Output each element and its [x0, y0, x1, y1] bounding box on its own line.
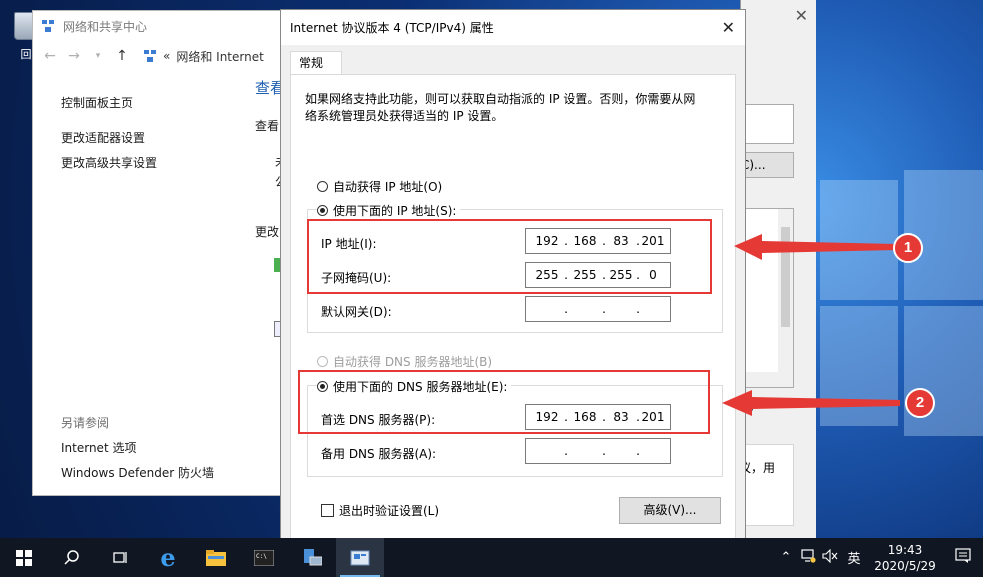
close-icon[interactable]: ✕: [795, 6, 808, 25]
dialog-title: Internet 协议版本 4 (TCP/IPv4) 属性: [290, 21, 494, 35]
manual-ip-radio[interactable]: [317, 205, 328, 216]
default-gateway-label: 默认网关(D):: [321, 305, 392, 319]
arrow-1: [734, 234, 898, 260]
sidebar-item-advanced-sharing[interactable]: 更改高级共享设置: [61, 151, 157, 176]
network-status-icon[interactable]: [797, 548, 819, 567]
system-tray: ⌃ 英 19:43 2020/5/29: [775, 538, 983, 577]
auto-dns-option: 自动获得 DNS 服务器地址(B): [317, 353, 492, 370]
alternate-dns-label: 备用 DNS 服务器(A):: [321, 447, 437, 461]
windows-start-icon: [16, 549, 32, 566]
general-tab-panel: 如果网络支持此功能，则可以获取自动指派的 IP 设置。否则，你需要从网络系统管理…: [290, 74, 736, 540]
adapter-box: [741, 104, 794, 144]
change-settings-fragment: 更改: [255, 225, 280, 239]
cmd-icon: C:\: [254, 549, 274, 566]
clock[interactable]: 19:43 2020/5/29: [867, 542, 943, 574]
see-also-windows-defender-firewall[interactable]: Windows Defender 防火墙: [61, 461, 214, 486]
advanced-button[interactable]: 高级(V)...: [619, 497, 721, 524]
auto-dns-radio: [317, 356, 328, 367]
back-arrow-icon[interactable]: ←: [41, 48, 59, 64]
window-title: 网络和共享中心: [63, 19, 148, 34]
auto-dns-label: 自动获得 DNS 服务器地址(B): [333, 355, 493, 369]
window-title-bar: 网络和共享中心: [33, 11, 287, 41]
breadcrumb-overflow[interactable]: «: [163, 49, 170, 63]
callout-1: 1: [893, 233, 923, 263]
sidebar-item-adapter-settings[interactable]: 更改适配器设置: [61, 126, 157, 151]
dialog-description: 如果网络支持此功能，则可以获取自动指派的 IP 设置。否则，你需要从网络系统管理…: [305, 92, 696, 123]
see-also-section: 另请参阅 Internet 选项 Windows Defender 防火墙: [61, 411, 214, 486]
configure-button[interactable]: C)...: [741, 152, 794, 178]
control-panel-icon: [144, 50, 156, 62]
sidebar-item-control-panel-home[interactable]: 控制面板主页: [61, 91, 157, 116]
svg-text:C:\: C:\: [256, 553, 267, 560]
clock-time: 19:43: [887, 542, 923, 557]
clock-date: 2020/5/29: [874, 558, 936, 573]
tab-general[interactable]: 常规: [290, 51, 342, 75]
start-button[interactable]: [0, 538, 48, 577]
auto-ip-label: 自动获得 IP 地址(O): [333, 180, 443, 194]
annotation-box-1: [307, 219, 712, 294]
task-view-icon: [113, 551, 127, 563]
network-icon: [42, 20, 54, 32]
address-bar: ← → ▾ ↑ « 网络和 Internet: [33, 41, 287, 71]
auto-ip-radio[interactable]: [317, 181, 328, 192]
callout-2: 2: [905, 388, 935, 418]
volume-muted-icon[interactable]: [819, 548, 841, 567]
see-also-header: 另请参阅: [61, 416, 110, 430]
auto-ip-option[interactable]: 自动获得 IP 地址(O): [317, 178, 442, 195]
search-button[interactable]: [48, 538, 96, 577]
input-method-indicator[interactable]: 英: [841, 548, 867, 567]
forward-arrow-icon[interactable]: →: [65, 48, 83, 64]
breadcrumb[interactable]: 网络和 Internet: [176, 48, 263, 65]
annotation-arrows: [722, 234, 900, 416]
arrow-2: [722, 390, 900, 416]
internet-explorer-icon: e: [160, 543, 176, 572]
taskbar: e C:\ ⌃ 英 19:43 2020/5/29: [0, 538, 983, 577]
description-box: 议，用: [739, 444, 794, 526]
folder-icon: [206, 549, 226, 566]
task-view-button[interactable]: [96, 538, 144, 577]
default-gateway-field[interactable]: . . .: [525, 296, 671, 322]
internet-explorer-button[interactable]: e: [144, 538, 192, 577]
dialog-title-bar: Internet 协议版本 4 (TCP/IPv4) 属性 ✕: [281, 10, 745, 45]
server-manager-icon: [304, 548, 322, 565]
manual-ip-label: 使用下面的 IP 地址(S):: [333, 204, 457, 218]
manual-ip-option[interactable]: 使用下面的 IP 地址(S):: [317, 202, 461, 219]
recycle-bin-label: 回: [20, 48, 32, 61]
network-sharing-center-window: 网络和共享中心 ← → ▾ ↑ « 网络和 Internet 控制面板主页 更改…: [32, 10, 288, 496]
network-connections-button[interactable]: [336, 538, 384, 577]
up-arrow-icon[interactable]: ↑: [113, 48, 131, 64]
close-icon[interactable]: ✕: [722, 18, 735, 37]
annotation-box-2: [298, 370, 710, 434]
file-explorer-button[interactable]: [192, 538, 240, 577]
recent-dropdown-icon[interactable]: ▾: [89, 51, 107, 61]
alternate-dns-field[interactable]: . . .: [525, 438, 671, 464]
see-also-internet-options[interactable]: Internet 选项: [61, 436, 214, 461]
subheading-fragment: 查看: [255, 119, 280, 133]
validate-on-exit-option[interactable]: 退出时验证设置(L): [321, 502, 439, 519]
search-icon: [64, 549, 79, 565]
network-connections-icon: [350, 550, 370, 565]
action-center-button[interactable]: [943, 548, 983, 567]
notification-icon: [955, 548, 971, 563]
validate-on-exit-label: 退出时验证设置(L): [339, 504, 440, 518]
sidebar: 控制面板主页 更改适配器设置 更改高级共享设置: [61, 91, 157, 176]
show-hidden-icons-icon[interactable]: ⌃: [775, 550, 797, 565]
command-prompt-button[interactable]: C:\: [240, 538, 288, 577]
validate-on-exit-checkbox[interactable]: [321, 504, 334, 517]
server-manager-button[interactable]: [288, 538, 336, 577]
